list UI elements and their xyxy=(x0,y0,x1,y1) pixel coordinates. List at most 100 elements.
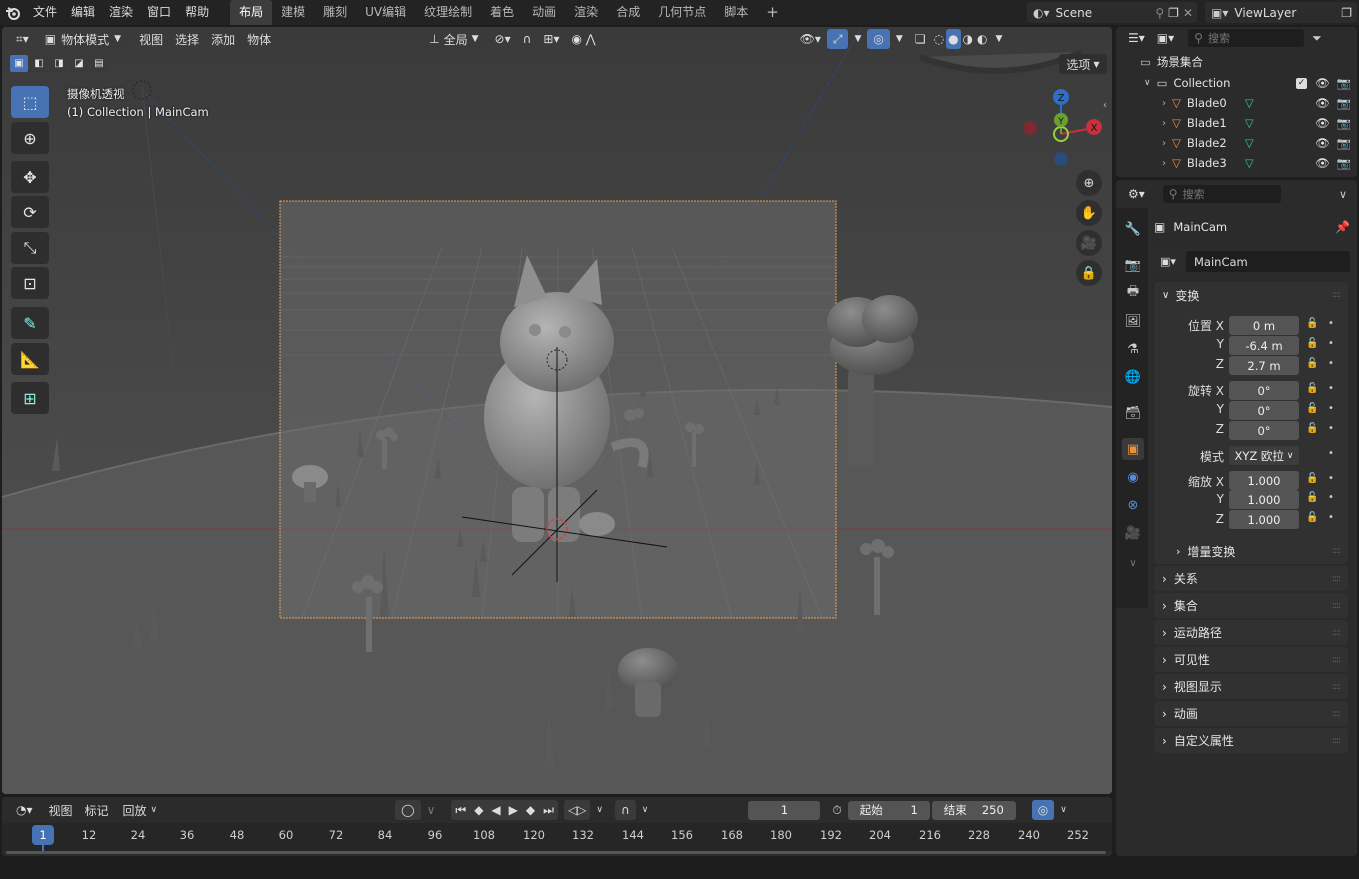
eye-icon[interactable]: 👁 xyxy=(1315,116,1330,130)
add-cube-tool[interactable]: ⊞ xyxy=(11,382,49,414)
visibility-icon[interactable]: 👁▾ xyxy=(794,29,827,49)
tool-tab-icon[interactable]: 🔧 xyxy=(1122,218,1144,240)
scale-tool[interactable]: ⤡ xyxy=(11,232,49,264)
view-layer-tab-icon[interactable]: 🖼 xyxy=(1122,310,1144,332)
select-subtract-icon[interactable]: ◨ xyxy=(50,55,68,72)
menu-edit[interactable]: 编辑 xyxy=(64,0,102,25)
motion-paths-panel[interactable]: › 运动路径:::: xyxy=(1154,620,1348,645)
shading-material-icon[interactable]: ◑ xyxy=(961,29,975,49)
keyframe-dot-icon[interactable]: • xyxy=(1328,358,1334,369)
tab-compositing[interactable]: 合成 xyxy=(607,0,649,25)
camera-data-tab-icon[interactable]: 🎥 xyxy=(1122,522,1144,544)
outliner-search[interactable]: ⚲ 搜索 xyxy=(1188,29,1305,47)
pin-icon[interactable]: 📌 xyxy=(1335,220,1350,234)
scene-selector[interactable]: ◐▾ Scene ⚲ ❐ ✕ xyxy=(1027,2,1197,23)
navigation-gizmo[interactable]: Z X Y xyxy=(1020,85,1106,171)
custom-properties-panel[interactable]: › 自定义属性:::: xyxy=(1154,728,1348,753)
measure-tool[interactable]: 📐 xyxy=(11,343,49,375)
keyframe-dot-icon[interactable]: • xyxy=(1328,383,1334,394)
lock-icon[interactable]: 🔓 xyxy=(1306,492,1318,503)
select-invert-icon[interactable]: ◪ xyxy=(70,55,88,72)
chevron-down-icon[interactable]: ∨ xyxy=(1122,552,1144,574)
tab-shading[interactable]: 着色 xyxy=(481,0,523,25)
collections-panel[interactable]: › 集合:::: xyxy=(1154,593,1348,618)
tab-geometry-nodes[interactable]: 几何节点 xyxy=(649,0,715,25)
drag-handle-icon[interactable]: :::: xyxy=(1332,290,1341,300)
camera-render-icon[interactable]: 📷 xyxy=(1337,76,1351,90)
menu-window[interactable]: 窗口 xyxy=(140,0,178,25)
transform-panel-header[interactable]: ∨ 变换 :::: xyxy=(1154,282,1348,308)
select-new-icon[interactable]: ▣ xyxy=(10,55,28,72)
pin-icon[interactable]: ⚲ xyxy=(1155,6,1168,20)
world-tab-icon[interactable]: 🌐 xyxy=(1122,366,1144,388)
relations-panel[interactable]: › 关系:::: xyxy=(1154,566,1348,591)
tab-layout[interactable]: 布局 xyxy=(230,0,273,25)
chevron-right-icon[interactable]: › xyxy=(1162,118,1166,129)
editor-type-icon[interactable]: ⌗▾ xyxy=(10,29,35,49)
delta-transform-subpanel[interactable]: › 增量变换 :::: xyxy=(1154,540,1348,562)
shading-solid-icon[interactable]: ● xyxy=(946,29,961,49)
select-box-tool[interactable]: ⬚ xyxy=(11,86,49,118)
tab-animation[interactable]: 动画 xyxy=(523,0,565,25)
keyframe-dot-icon[interactable]: • xyxy=(1328,448,1334,459)
timeline-scrollbar[interactable] xyxy=(6,851,1106,854)
menu-help[interactable]: 帮助 xyxy=(178,0,216,25)
location-y-field[interactable]: -6.4 m xyxy=(1229,336,1299,355)
overlay-toggle-icon[interactable]: ◎ xyxy=(867,29,890,49)
collection-row[interactable]: ∨ ▭ Collection ✓ 👁 📷 xyxy=(1116,73,1357,93)
cursor-tool[interactable]: ⊕ xyxy=(11,122,49,154)
lock-camera-icon[interactable]: 🔒 xyxy=(1076,260,1102,286)
new-scene-icon[interactable]: ❐ xyxy=(1168,6,1183,20)
lock-icon[interactable]: 🔓 xyxy=(1306,473,1318,484)
keyframe-dot-icon[interactable]: • xyxy=(1328,473,1334,484)
menu-render[interactable]: 渲染 xyxy=(102,0,140,25)
blender-logo-icon[interactable] xyxy=(0,0,26,25)
lock-icon[interactable]: 🔓 xyxy=(1306,512,1318,523)
viewport-display-panel[interactable]: › 视图显示:::: xyxy=(1154,674,1348,699)
physics-tab-icon[interactable]: ◉ xyxy=(1122,466,1144,488)
scene-collection-row[interactable]: ▭ 场景集合 xyxy=(1116,52,1357,72)
collection-tab-icon[interactable]: 🗃 xyxy=(1122,402,1144,424)
3d-viewport[interactable]: ⌗▾ ▣ 物体模式 ▼ 视图 选择 添加 物体 ⊥ 全局 ▼ ⊘▾ ∩ ⊞▾ ◉… xyxy=(2,27,1112,794)
tab-scripting[interactable]: 脚本 xyxy=(715,0,757,25)
select-extend-icon[interactable]: ◧ xyxy=(30,55,48,72)
options-button[interactable]: 选项 ▼ xyxy=(1059,54,1107,74)
rotate-tool[interactable]: ⟳ xyxy=(11,196,49,228)
move-tool[interactable]: ✥ xyxy=(11,161,49,193)
menu-view[interactable]: 视图 xyxy=(133,29,169,49)
lock-icon[interactable]: 🔓 xyxy=(1306,338,1318,349)
rotation-y-field[interactable]: 0° xyxy=(1229,401,1299,420)
lock-icon[interactable]: 🔓 xyxy=(1306,423,1318,434)
keyframe-dot-icon[interactable]: • xyxy=(1328,338,1334,349)
view-layer-selector[interactable]: ▣▾ ViewLayer ❐ xyxy=(1205,2,1357,23)
filter-icon[interactable]: ⏷ xyxy=(1312,31,1322,46)
output-tab-icon[interactable]: 🖶 xyxy=(1122,282,1144,304)
object-tab-icon[interactable]: ▣ xyxy=(1122,438,1144,460)
menu-object[interactable]: 物体 xyxy=(241,29,277,49)
zoom-icon[interactable]: ⊕ xyxy=(1076,170,1102,196)
gizmo-toggle-icon[interactable]: ⤢ xyxy=(826,29,849,49)
new-layer-icon[interactable]: ❐ xyxy=(1341,6,1357,20)
location-z-field[interactable]: 2.7 m xyxy=(1229,356,1299,375)
chevron-down-icon[interactable]: ▼ xyxy=(848,29,867,49)
select-intersect-icon[interactable]: ▤ xyxy=(90,55,108,72)
tab-sculpting[interactable]: 雕刻 xyxy=(314,0,356,25)
checkbox-icon[interactable]: ✓ xyxy=(1296,77,1308,89)
drag-handle-icon[interactable]: :::: xyxy=(1332,574,1341,584)
snap-target-icon[interactable]: ⊞▾ xyxy=(537,29,565,49)
lock-icon[interactable]: 🔓 xyxy=(1306,318,1318,329)
proportional-edit-icon[interactable]: ◉ ⋀ xyxy=(565,29,601,49)
annotate-tool[interactable]: ✎ xyxy=(11,307,49,339)
chevron-down-icon[interactable]: ▼ xyxy=(890,29,909,49)
camera-render-icon[interactable]: 📷 xyxy=(1337,116,1351,130)
scale-z-field[interactable]: 1.000 xyxy=(1229,510,1299,529)
render-tab-icon[interactable]: 📷 xyxy=(1122,254,1144,276)
drag-handle-icon[interactable]: :::: xyxy=(1332,546,1341,556)
drag-handle-icon[interactable]: :::: xyxy=(1332,709,1341,719)
keyframe-dot-icon[interactable]: • xyxy=(1328,492,1334,503)
drag-handle-icon[interactable]: :::: xyxy=(1332,601,1341,611)
keyframe-dot-icon[interactable]: • xyxy=(1328,403,1334,414)
outliner-item[interactable]: › ▽ Blade3 ▽ 👁 📷 xyxy=(1116,153,1357,173)
xray-icon[interactable]: ❏ xyxy=(909,29,932,49)
tab-uv-editing[interactable]: UV编辑 xyxy=(356,0,415,25)
